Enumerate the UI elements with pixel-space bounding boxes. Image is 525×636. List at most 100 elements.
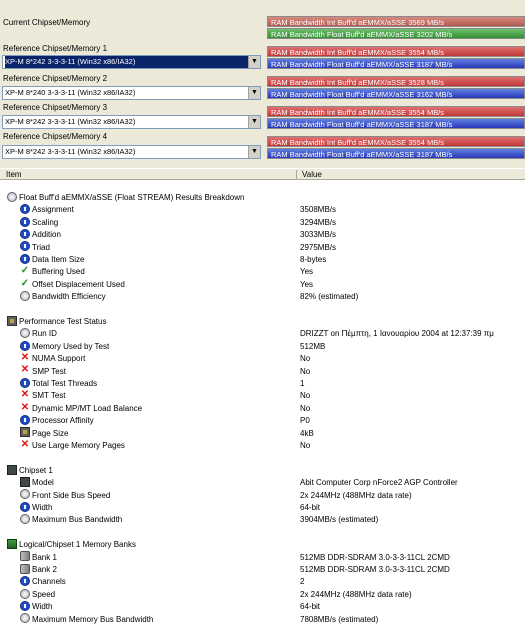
row-item-label: Bank 1 [32, 552, 57, 562]
info-diamond-icon [20, 340, 30, 351]
cross-icon: ✕ [20, 389, 30, 401]
row-item-cell: Assignment [20, 204, 74, 216]
row-item-cell: ✕ Dynamic MP/MT Load Balance [20, 402, 142, 415]
table-row[interactable]: Maximum Bus Bandwidth 3904MB/s (estimated… [0, 514, 525, 526]
current-float-bandwidth-bar: RAM Bandwidth Float Buff'd aEMMX/aSSE 32… [267, 28, 525, 39]
table-row[interactable]: Front Side Bus Speed 2x 244MHz (488MHz da… [0, 489, 525, 502]
table-row[interactable]: ✕ Use Large Memory Pages No [0, 439, 525, 452]
table-row[interactable] [0, 452, 525, 464]
row-value-cell: DRIZZT on Πέμπτη, 1 Ιανουαρίου 2004 at 1… [300, 329, 494, 339]
row-item-cell: Maximum Bus Bandwidth [20, 514, 122, 526]
table-row[interactable]: Processor Affinity P0 [0, 415, 525, 427]
row-item-label: Performance Test Status [19, 317, 107, 326]
row-item-cell: Channels [20, 576, 66, 588]
current-chipset-label: Current Chipset/Memory [3, 18, 91, 27]
current-int-bandwidth-bar: RAM Bandwidth Int Buff'd aEMMX/aSSE 3569… [267, 16, 525, 27]
table-row[interactable]: ✕ Dynamic MP/MT Load Balance No [0, 402, 525, 415]
table-row[interactable]: Logical/Chipset 1 Memory Banks [0, 539, 525, 551]
table-row[interactable] [0, 527, 525, 539]
table-row[interactable] [0, 304, 525, 316]
table-row[interactable]: Channels 2 [0, 576, 525, 588]
table-row[interactable]: Speed 2x 244MHz (488MHz data rate) [0, 588, 525, 601]
reference-4-label: Reference Chipset/Memory 4 [3, 132, 108, 141]
row-item-label: Maximum Memory Bus Bandwidth [32, 614, 154, 624]
row-value-cell: 1 [300, 379, 305, 388]
row-value-cell: No [300, 441, 311, 450]
row-item-label: Assignment [32, 205, 74, 215]
row-value-cell: 2975MB/s [300, 242, 337, 252]
row-item-label: SMT Test [32, 391, 66, 401]
row-item-label: Front Side Bus Speed [32, 490, 111, 500]
row-item-label: Logical/Chipset 1 Memory Banks [19, 540, 136, 550]
table-row[interactable]: Bank 1 512MB DDR-SDRAM 3.0-3-3-11CL 2CMD [0, 551, 525, 564]
table-row[interactable]: Bank 2 512MB DDR-SDRAM 3.0-3-3-11CL 2CMD [0, 563, 525, 576]
chip-icon [20, 477, 30, 488]
row-item-cell: Data Item Size [20, 253, 85, 266]
row-item-cell: Speed [20, 588, 55, 601]
row-item-cell: Chipset 1 [7, 464, 53, 477]
row-item-cell: Total Test Threads [20, 377, 97, 390]
table-row[interactable]: Chipset 1 [0, 464, 525, 477]
gauge-icon [20, 489, 30, 500]
chevron-down-icon[interactable]: ▼ [248, 146, 260, 158]
table-row[interactable]: ✓ Offset Displacement Used Yes [0, 277, 525, 291]
table-row[interactable]: Triad 2975MB/s [0, 241, 525, 254]
chevron-down-icon[interactable]: ▼ [248, 116, 260, 128]
row-value-cell: 64-bit [300, 503, 321, 512]
table-row[interactable]: Float Buff'd aEMMX/aSSE (Float STREAM) R… [0, 191, 525, 204]
table-row[interactable]: ✕ NUMA Support No [0, 353, 525, 365]
row-item-label: Data Item Size [32, 255, 85, 264]
check-icon: ✓ [20, 265, 30, 277]
row-item-label: Offset Displacement Used [32, 279, 125, 289]
reference-2-label: Reference Chipset/Memory 2 [3, 74, 108, 83]
table-row[interactable]: Width 64-bit [0, 601, 525, 613]
info-diamond-icon [20, 229, 30, 240]
row-item-cell: Bank 1 [20, 551, 57, 564]
reference-4-select[interactable]: XP-M 8*242 3-3-3-11 (Win32 x86/IA32) ▼ [2, 145, 261, 159]
row-value-cell: 3904MB/s (estimated) [300, 515, 379, 525]
row-value-cell: 512MB DDR-SDRAM 3.0-3-3-11CL 2CMD [300, 565, 450, 574]
chevron-down-icon[interactable]: ▼ [248, 87, 260, 99]
table-row[interactable]: Scaling 3294MB/s [0, 216, 525, 229]
table-row[interactable]: Width 64-bit [0, 501, 525, 514]
row-item-label: Processor Affinity [32, 416, 94, 426]
check-icon: ✓ [20, 277, 30, 289]
row-item-cell: Float Buff'd aEMMX/aSSE (Float STREAM) R… [7, 191, 244, 204]
table-row[interactable]: Addition 3033MB/s [0, 229, 525, 241]
table-row[interactable]: Data Item Size 8-bytes [0, 253, 525, 266]
row-item-label: Triad [32, 242, 50, 252]
row-value-cell: No [300, 366, 311, 376]
row-value-cell: No [300, 403, 311, 413]
table-row[interactable]: Model Abit Computer Corp nForce2 AGP Cont… [0, 477, 525, 489]
row-item-cell: Memory Used by Test [20, 340, 110, 353]
table-row[interactable]: Bandwidth Efficiency 82% (estimated) [0, 291, 525, 303]
table-row[interactable]: Page Size 4kB [0, 427, 525, 440]
row-item-label: Use Large Memory Pages [32, 441, 125, 450]
table-row[interactable]: Total Test Threads 1 [0, 377, 525, 390]
reference-2-float-bandwidth-bar: RAM Bandwidth Float Buff'd aEMMX/aSSE 31… [267, 88, 525, 99]
table-row[interactable]: Assignment 3508MB/s [0, 204, 525, 216]
table-row[interactable]: ✕ SMP Test No [0, 365, 525, 378]
row-value-cell: No [300, 391, 311, 401]
info-diamond-icon [20, 216, 30, 227]
table-row[interactable]: Run ID DRIZZT on Πέμπτη, 1 Ιανουαρίου 200… [0, 328, 525, 340]
reference-1-select[interactable]: XP-M 8*242 3-3-3-11 (Win32 x86/IA32) ▼ [2, 55, 261, 69]
row-item-label: Channels [32, 577, 66, 587]
table-row[interactable]: ✕ SMT Test No [0, 390, 525, 402]
gauge-icon [20, 514, 30, 525]
table-row[interactable]: Memory Used by Test 512MB [0, 340, 525, 353]
reference-4-select-value: XP-M 8*242 3-3-3-11 (Win32 x86/IA32) [5, 147, 136, 156]
table-row[interactable]: Performance Test Status [0, 315, 525, 328]
chevron-down-icon[interactable]: ▼ [248, 56, 260, 68]
row-item-cell: Addition [20, 229, 61, 241]
reference-2-int-bandwidth-bar: RAM Bandwidth Int Buff'd aEMMX/aSSE 3528… [267, 76, 525, 87]
row-item-label: Memory Used by Test [32, 341, 110, 351]
table-row[interactable]: Maximum Memory Bus Bandwidth 7808MB/s (es… [0, 613, 525, 626]
table-row[interactable]: ✓ Buffering Used Yes [0, 266, 525, 278]
reference-3-select[interactable]: XP-M 8*242 3-3-3-11 (Win32 x86/IA32) ▼ [2, 115, 261, 129]
reference-2-select[interactable]: XP-M 8*240 3-3-3-11 (Win32 x86/IA32) ▼ [2, 86, 261, 100]
row-value-cell: 64-bit [300, 602, 321, 612]
row-item-cell: Width [20, 601, 52, 613]
row-value-cell: Yes [300, 279, 314, 289]
row-item-cell: Processor Affinity [20, 415, 94, 427]
